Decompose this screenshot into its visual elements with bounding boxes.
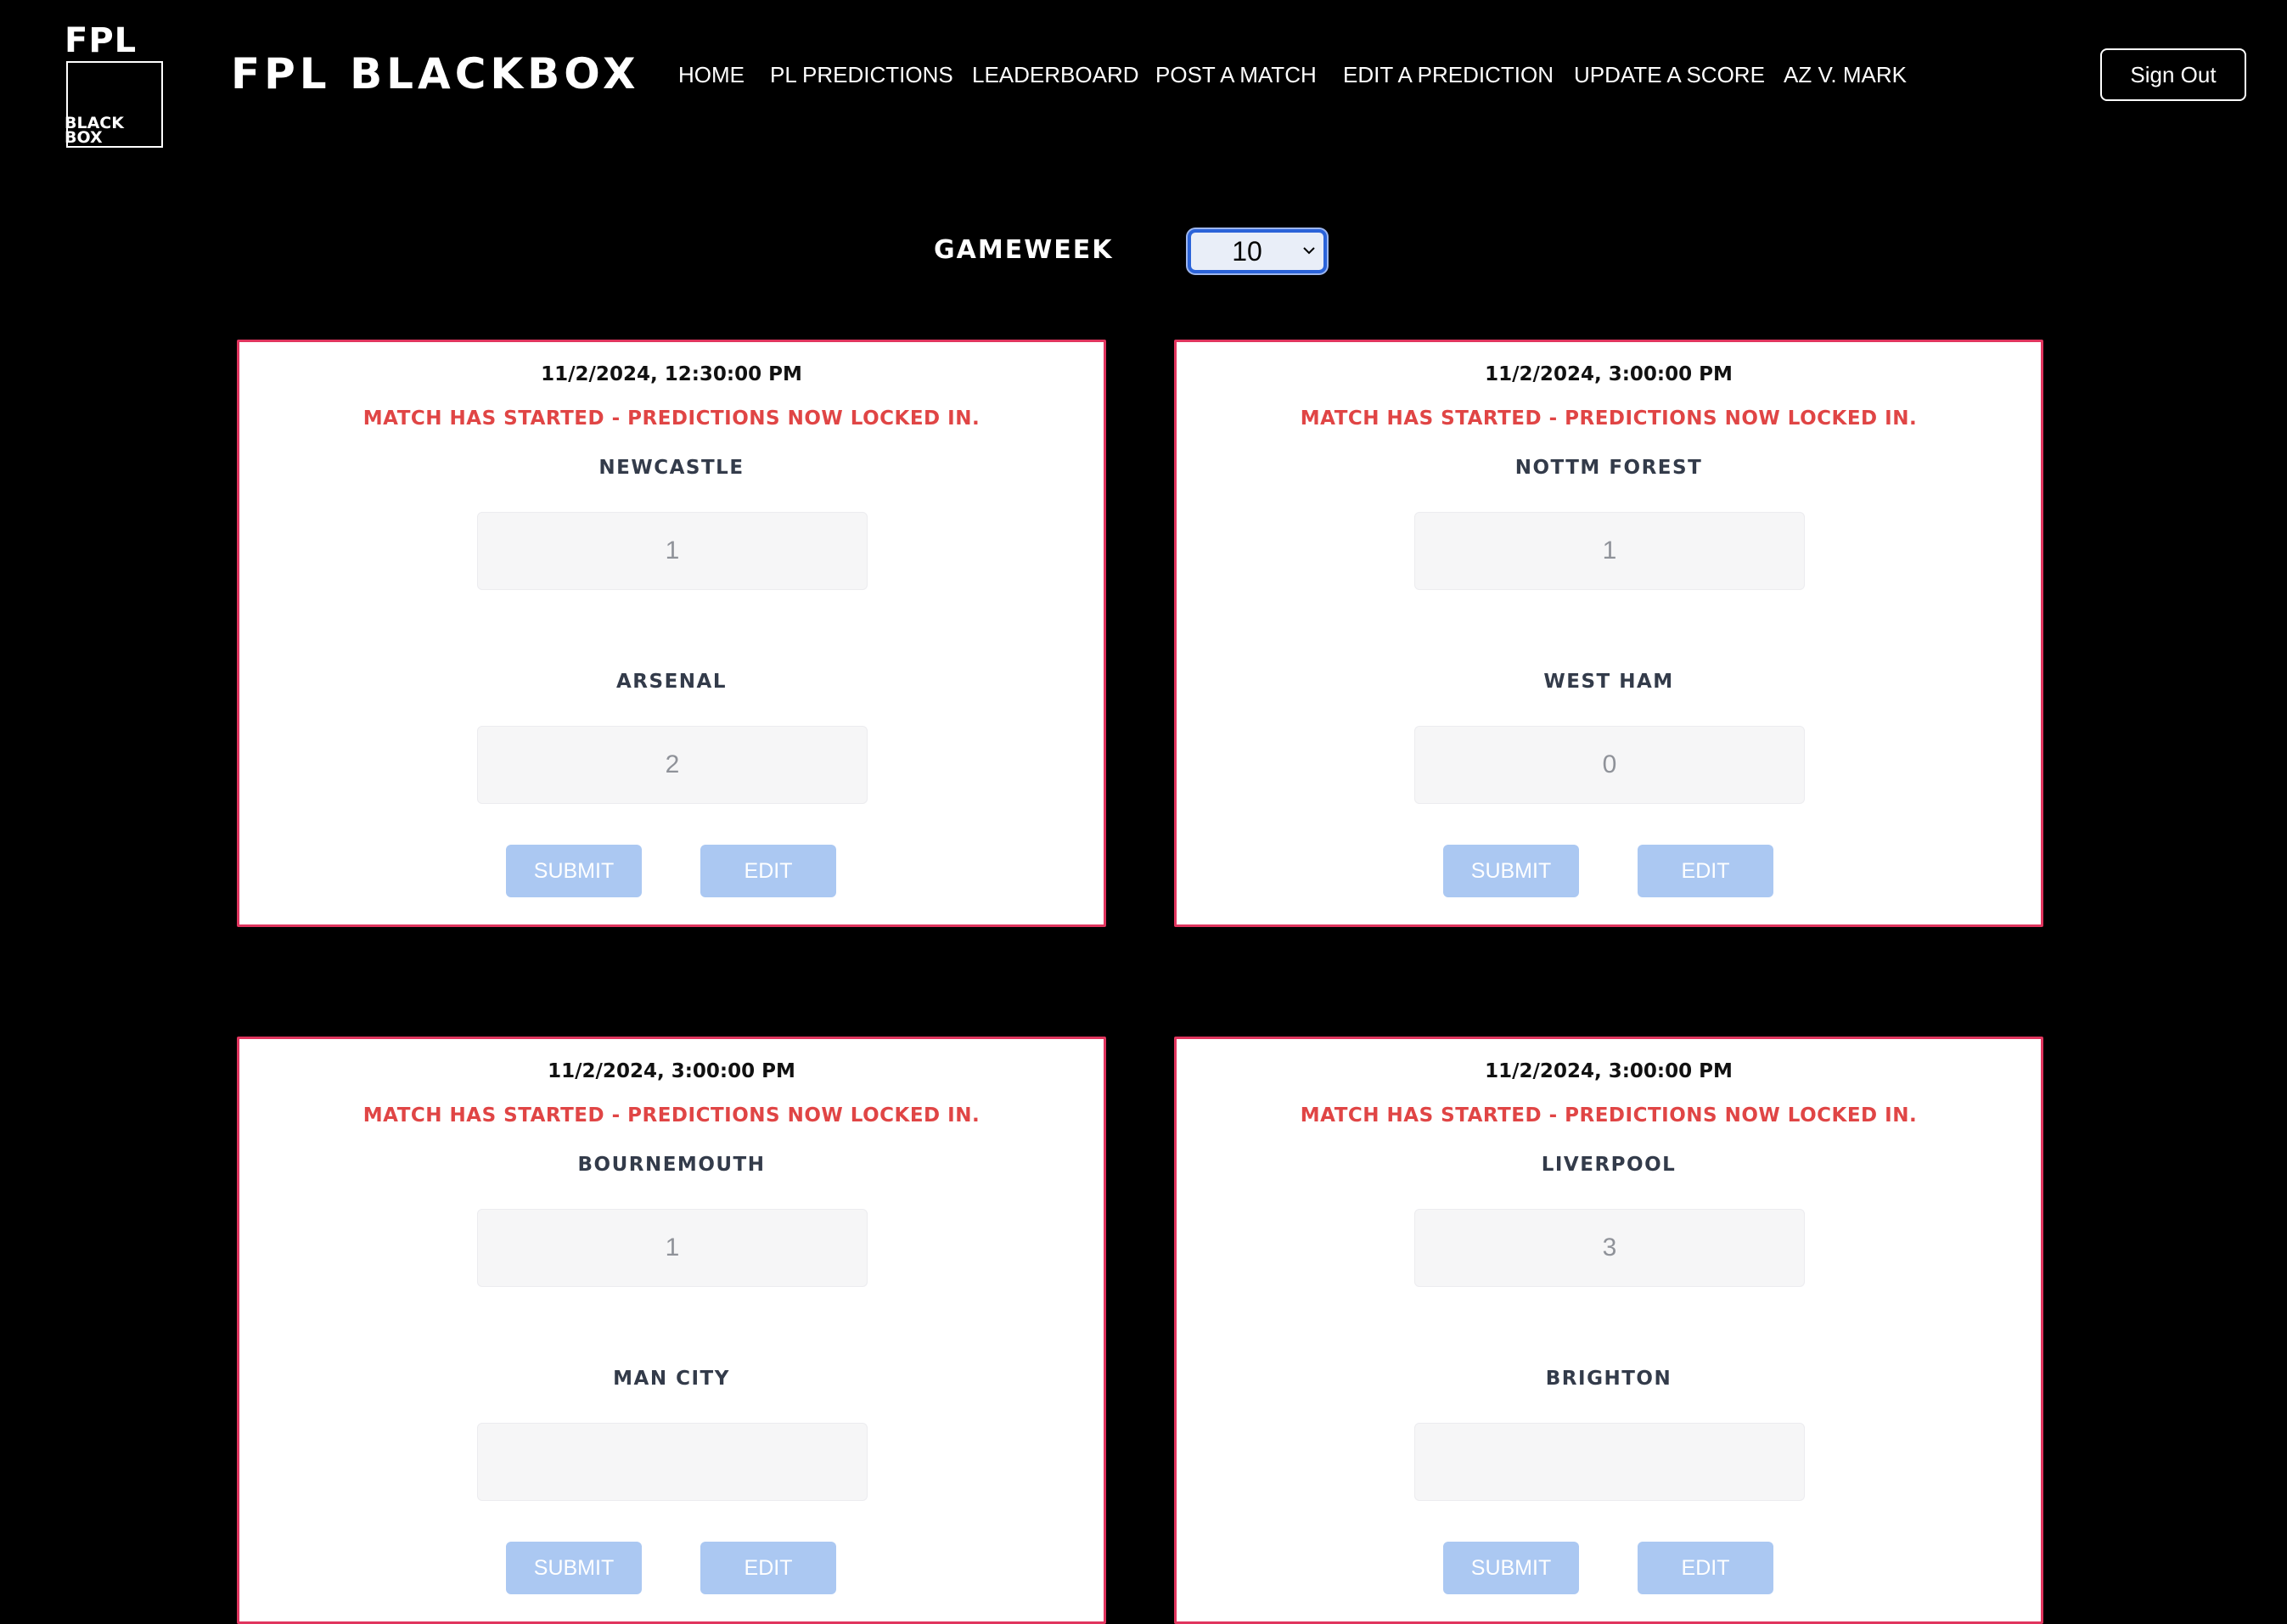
match-locked-status: MATCH HAS STARTED - PREDICTIONS NOW LOCK… — [362, 1104, 981, 1127]
gameweek-label: GAMEWEEK — [934, 235, 1114, 265]
fpl-blackbox-logo[interactable]: FPL BLACK BOX — [65, 21, 165, 148]
gameweek-selected-value: 10 — [1232, 236, 1262, 267]
match-locked-status: MATCH HAS STARTED - PREDICTIONS NOW LOCK… — [362, 407, 981, 430]
home-team-name: NEWCASTLE — [598, 457, 745, 479]
away-score-input[interactable] — [1414, 1423, 1805, 1501]
match-datetime: 11/2/2024, 3:00:00 PM — [1485, 1060, 1733, 1082]
home-team-name: LIVERPOOL — [1541, 1154, 1677, 1176]
logo-fpl-text: FPL — [65, 21, 138, 60]
match-datetime: 11/2/2024, 3:00:00 PM — [1485, 363, 1733, 385]
nav-pl-predictions[interactable]: PL PREDICTIONS — [770, 59, 953, 90]
top-navbar: FPL BLACK BOX FPL BLACKBOX HOME PL PREDI… — [0, 0, 2287, 153]
home-score-input[interactable]: 1 — [477, 1209, 868, 1287]
nav-home[interactable]: HOME — [678, 59, 745, 90]
away-team-name: MAN CITY — [613, 1368, 730, 1390]
submit-button[interactable]: SUBMIT — [1443, 1542, 1579, 1594]
match-card: 11/2/2024, 3:00:00 PM MATCH HAS STARTED … — [1174, 1037, 2043, 1624]
logo-box-text: BOX — [65, 128, 103, 147]
home-score-input[interactable]: 1 — [1414, 512, 1805, 590]
match-card: 11/2/2024, 3:00:00 PM MATCH HAS STARTED … — [1174, 340, 2043, 927]
match-card: 11/2/2024, 12:30:00 PM MATCH HAS STARTED… — [237, 340, 1106, 927]
nav-post-a-match[interactable]: POST A MATCH — [1155, 59, 1317, 90]
brand-title[interactable]: FPL BLACKBOX — [231, 47, 640, 101]
match-locked-status: MATCH HAS STARTED - PREDICTIONS NOW LOCK… — [1300, 1104, 1918, 1127]
edit-button[interactable]: EDIT — [1638, 845, 1773, 897]
submit-button[interactable]: SUBMIT — [1443, 845, 1579, 897]
match-locked-status: MATCH HAS STARTED - PREDICTIONS NOW LOCK… — [1300, 407, 1918, 430]
edit-button[interactable]: EDIT — [1638, 1542, 1773, 1594]
chevron-down-icon — [1303, 247, 1315, 255]
match-datetime: 11/2/2024, 3:00:00 PM — [548, 1060, 795, 1082]
submit-button[interactable]: SUBMIT — [506, 1542, 642, 1594]
nav-leaderboard[interactable]: LEADERBOARD — [972, 59, 1139, 90]
away-team-name: ARSENAL — [616, 671, 727, 693]
nav-edit-a-prediction[interactable]: EDIT A PREDICTION — [1343, 59, 1554, 90]
logo-box: BLACK BOX — [65, 61, 163, 148]
gameweek-select[interactable]: 10 — [1188, 229, 1327, 273]
edit-button[interactable]: EDIT — [700, 845, 836, 897]
match-card: 11/2/2024, 3:00:00 PM MATCH HAS STARTED … — [237, 1037, 1106, 1624]
home-team-name: BOURNEMOUTH — [577, 1154, 766, 1176]
home-score-input[interactable]: 3 — [1414, 1209, 1805, 1287]
home-score-input[interactable]: 1 — [477, 512, 868, 590]
sign-out-button[interactable]: Sign Out — [2100, 48, 2246, 101]
nav-az-v-mark[interactable]: AZ V. MARK — [1784, 59, 1907, 90]
home-team-name: NOTTM FOREST — [1514, 457, 1703, 479]
edit-button[interactable]: EDIT — [700, 1542, 836, 1594]
match-datetime: 11/2/2024, 12:30:00 PM — [541, 363, 802, 385]
away-team-name: BRIGHTON — [1545, 1368, 1672, 1390]
nav-update-a-score[interactable]: UPDATE A SCORE — [1574, 59, 1765, 90]
away-score-input[interactable]: 0 — [1414, 726, 1805, 804]
away-team-name: WEST HAM — [1543, 671, 1674, 693]
away-score-input[interactable]: 2 — [477, 726, 868, 804]
submit-button[interactable]: SUBMIT — [506, 845, 642, 897]
away-score-input[interactable] — [477, 1423, 868, 1501]
